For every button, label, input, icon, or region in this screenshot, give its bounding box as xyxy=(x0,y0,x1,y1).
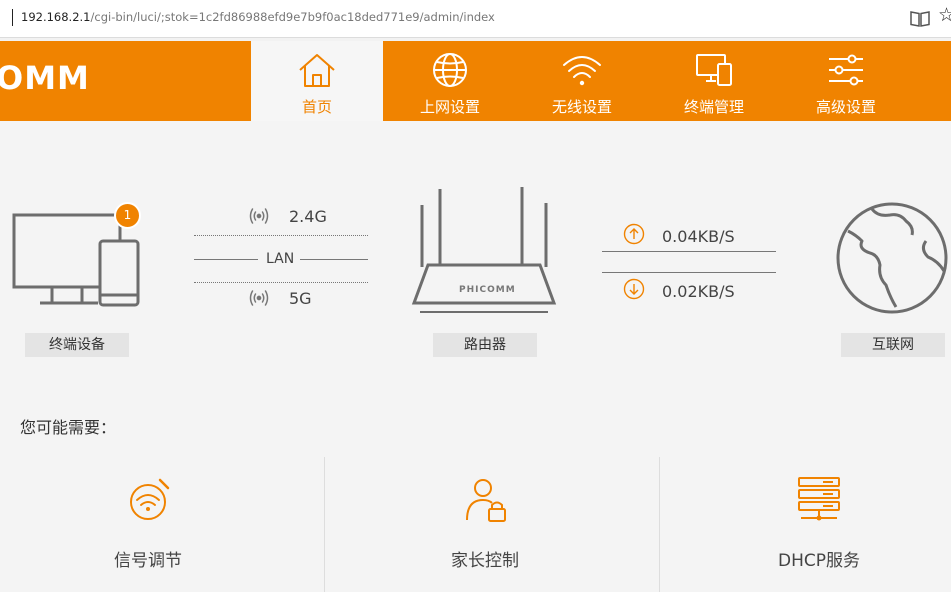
link-line-24g xyxy=(194,235,368,236)
text-cursor xyxy=(12,9,13,26)
lan-line-right xyxy=(300,259,368,260)
url-path: /cgi-bin/luci/;stok=1c2fd86988efd9e7b9f0… xyxy=(90,10,495,24)
column-divider xyxy=(324,457,325,592)
band-5g-label: 5G xyxy=(289,289,312,308)
internet-globe-icon[interactable] xyxy=(834,201,951,315)
upload-arrow-icon xyxy=(623,223,645,245)
wan-line-bottom xyxy=(602,272,776,273)
device-count-badge[interactable]: 1 xyxy=(114,202,141,229)
tab-home[interactable]: 首页 xyxy=(251,41,383,121)
router-brand-label: PHICOMM xyxy=(459,285,516,295)
internet-label: 互联网 xyxy=(841,333,945,357)
url-text[interactable]: 192.168.2.1/cgi-bin/luci/;stok=1c2fd8698… xyxy=(21,10,495,24)
signal-icon-5g xyxy=(249,290,269,306)
link-line-5g xyxy=(194,282,368,283)
download-arrow-icon xyxy=(623,278,645,300)
tab-internet-settings[interactable]: 上网设置 xyxy=(384,41,516,121)
devices-icon xyxy=(696,54,732,86)
tab-label: 高级设置 xyxy=(815,98,876,116)
signal-adjust-icon xyxy=(130,478,170,520)
wifi-icon xyxy=(563,56,601,86)
dhcp-service-link[interactable]: DHCP服务 xyxy=(719,476,919,586)
tab-label: 终端管理 xyxy=(683,98,744,116)
quick-link-label: DHCP服务 xyxy=(778,551,860,571)
suggestions-heading: 您可能需要： xyxy=(20,418,117,437)
lan-label: LAN xyxy=(266,251,295,267)
terminal-devices-label: 终端设备 xyxy=(25,333,129,357)
tab-wireless-settings[interactable]: 无线设置 xyxy=(516,41,648,121)
main-content: 1 终端设备 2.4G LAN 5G PHICOMM 路由器 0.04KB/S xyxy=(0,121,951,592)
wan-line-top xyxy=(602,251,776,252)
tab-label: 无线设置 xyxy=(551,98,612,116)
bookmark-star-icon[interactable]: ☆ xyxy=(938,6,951,25)
tab-label: 首页 xyxy=(301,98,332,116)
parental-control-icon xyxy=(466,479,506,522)
reader-mode-icon[interactable] xyxy=(909,9,931,29)
download-speed: 0.02KB/S xyxy=(662,282,735,301)
dhcp-server-icon xyxy=(798,477,840,521)
address-bar[interactable]: 192.168.2.1/cgi-bin/luci/;stok=1c2fd8698… xyxy=(0,0,951,38)
quick-link-label: 家长控制 xyxy=(451,551,519,571)
brand-logo: OMM xyxy=(0,59,90,97)
upload-speed: 0.04KB/S xyxy=(662,227,735,246)
parental-control-link[interactable]: 家长控制 xyxy=(385,476,585,586)
router-label: 路由器 xyxy=(433,333,537,357)
lan-line-left xyxy=(194,259,258,260)
signal-adjust-link[interactable]: 信号调节 xyxy=(48,476,248,586)
home-icon xyxy=(299,54,335,87)
tab-device-management[interactable]: 终端管理 xyxy=(648,41,780,121)
top-nav: OMM 首页 上网设置 无线设置 终端管理 高级设置 xyxy=(0,41,951,121)
tab-label: 上网设置 xyxy=(419,98,480,116)
tab-advanced-settings[interactable]: 高级设置 xyxy=(780,41,912,121)
quick-link-label: 信号调节 xyxy=(114,551,182,571)
router-icon[interactable] xyxy=(410,185,558,317)
column-divider xyxy=(659,457,660,592)
sliders-icon xyxy=(829,54,863,86)
globe-icon xyxy=(433,53,467,87)
url-host: 192.168.2.1 xyxy=(21,10,91,24)
signal-icon-24g xyxy=(249,208,269,224)
band-24g-label: 2.4G xyxy=(289,207,327,226)
